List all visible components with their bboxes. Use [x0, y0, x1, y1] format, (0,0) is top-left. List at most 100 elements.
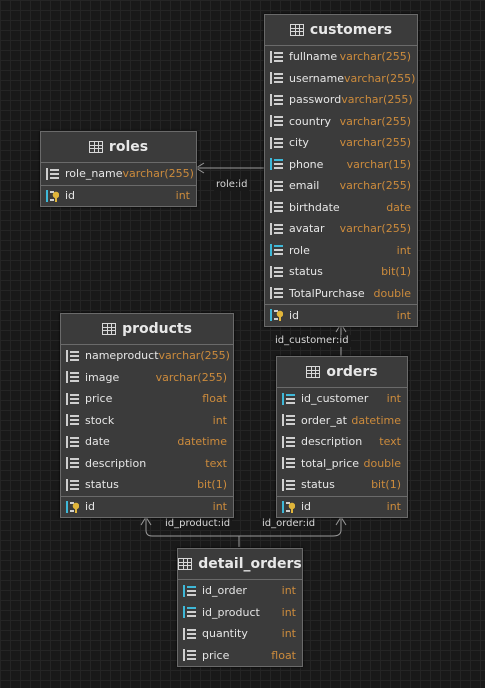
column-row[interactable]: description text: [61, 453, 233, 475]
table-customers[interactable]: customers fullname varchar(255) username var…: [264, 14, 418, 327]
column-icon: [270, 93, 283, 106]
column-icon: [270, 115, 283, 128]
column-row[interactable]: status bit(1): [277, 474, 407, 496]
column-name: fullname: [289, 50, 338, 64]
column-row[interactable]: role int: [265, 240, 417, 262]
column-type: datetime: [177, 435, 227, 449]
column-icon: [66, 392, 79, 405]
column-row[interactable]: total_price double: [277, 453, 407, 475]
column-name: email: [289, 179, 320, 193]
column-type: int: [396, 243, 411, 257]
column-row[interactable]: birthdate date: [265, 197, 417, 219]
column-row[interactable]: order_at datetime: [277, 410, 407, 432]
table-orders[interactable]: orders id_customer int order_at datetime desc…: [276, 356, 408, 518]
column-row[interactable]: id_product int: [178, 602, 302, 624]
column-type: float: [271, 648, 296, 662]
column-row[interactable]: date datetime: [61, 431, 233, 453]
column-type: bit(1): [197, 478, 227, 492]
table-header[interactable]: products: [61, 314, 233, 345]
table-icon: [289, 24, 304, 36]
column-icon: [282, 435, 295, 448]
column-row[interactable]: id_order int: [178, 580, 302, 602]
column-name: id_customer: [301, 392, 369, 406]
column-type: text: [205, 456, 227, 470]
foreign-key-icon: [270, 158, 283, 171]
column-name: id: [65, 189, 76, 203]
column-icon: [270, 287, 283, 300]
column-row[interactable]: description text: [277, 431, 407, 453]
column-icon: [270, 72, 283, 85]
column-row[interactable]: country varchar(255): [265, 111, 417, 133]
column-name: description: [85, 456, 147, 470]
column-icon: [183, 649, 196, 662]
column-name: role_name: [65, 167, 123, 181]
column-row[interactable]: id int: [265, 304, 417, 326]
column-row[interactable]: email varchar(255): [265, 175, 417, 197]
column-row[interactable]: avatar varchar(255): [265, 218, 417, 240]
table-header[interactable]: roles: [41, 132, 196, 163]
column-row[interactable]: id_customer int: [277, 388, 407, 410]
column-row[interactable]: id int: [41, 184, 196, 207]
column-row[interactable]: password varchar(255): [265, 89, 417, 111]
column-name: order_at: [301, 413, 347, 427]
foreign-key-icon: [282, 392, 295, 405]
column-type: float: [202, 392, 227, 406]
table-icon: [306, 366, 321, 378]
column-row[interactable]: image varchar(255): [61, 367, 233, 389]
column-icon: [66, 457, 79, 470]
column-row[interactable]: id int: [61, 495, 233, 518]
column-icon: [270, 136, 283, 149]
table-header[interactable]: customers: [265, 15, 417, 46]
column-row[interactable]: id int: [277, 495, 407, 518]
column-type: int: [386, 500, 401, 514]
column-type: int: [386, 392, 401, 406]
column-name: city: [289, 136, 309, 150]
column-icon: [270, 265, 283, 278]
table-header[interactable]: detail_orders: [178, 549, 302, 580]
column-name: image: [85, 370, 120, 384]
column-row[interactable]: quantity int: [178, 623, 302, 645]
column-row[interactable]: status bit(1): [61, 474, 233, 496]
column-icon: [66, 371, 79, 384]
table-roles[interactable]: roles role_name varchar(255) id int: [40, 131, 197, 207]
column-row[interactable]: fullname varchar(255): [265, 46, 417, 68]
column-row[interactable]: username varchar(255): [265, 68, 417, 90]
column-row[interactable]: city varchar(255): [265, 132, 417, 154]
column-icon: [270, 222, 283, 235]
primary-key-icon: [270, 309, 283, 322]
column-name: status: [289, 265, 323, 279]
relation-label-id-customer: id_customer:id: [273, 335, 351, 347]
table-name: products: [122, 321, 192, 337]
relation-label-id-order: id_order:id: [260, 518, 318, 530]
column-row[interactable]: nameproduct varchar(255): [61, 345, 233, 367]
column-type: int: [281, 627, 296, 641]
column-icon: [66, 478, 79, 491]
column-type: int: [396, 308, 411, 322]
column-name: TotalPurchase: [289, 286, 365, 300]
column-row[interactable]: price float: [178, 645, 302, 667]
column-type: varchar(255): [122, 167, 194, 181]
column-type: varchar(255): [341, 93, 413, 107]
column-type: double: [373, 286, 412, 300]
column-type: int: [212, 500, 227, 514]
column-icon: [66, 435, 79, 448]
relation-label-id-product: id_product:id: [163, 518, 233, 530]
column-row[interactable]: stock int: [61, 410, 233, 432]
column-name: price: [202, 648, 230, 662]
foreign-key-icon: [183, 584, 196, 597]
table-detail-orders[interactable]: detail_orders id_order int id_product int qua…: [177, 548, 303, 667]
column-row[interactable]: status bit(1): [265, 261, 417, 283]
column-row[interactable]: price float: [61, 388, 233, 410]
primary-key-icon: [66, 500, 79, 513]
table-products[interactable]: products nameproduct varchar(255) image varc…: [60, 313, 234, 518]
column-name: id_order: [202, 584, 247, 598]
column-row[interactable]: phone varchar(15): [265, 154, 417, 176]
column-type: varchar(15): [346, 157, 411, 171]
column-row[interactable]: TotalPurchase double: [265, 283, 417, 305]
column-row[interactable]: role_name varchar(255): [41, 163, 196, 185]
foreign-key-icon: [270, 244, 283, 257]
table-icon: [88, 141, 103, 153]
table-header[interactable]: orders: [277, 357, 407, 388]
table-icon: [102, 323, 117, 335]
column-type: int: [281, 605, 296, 619]
